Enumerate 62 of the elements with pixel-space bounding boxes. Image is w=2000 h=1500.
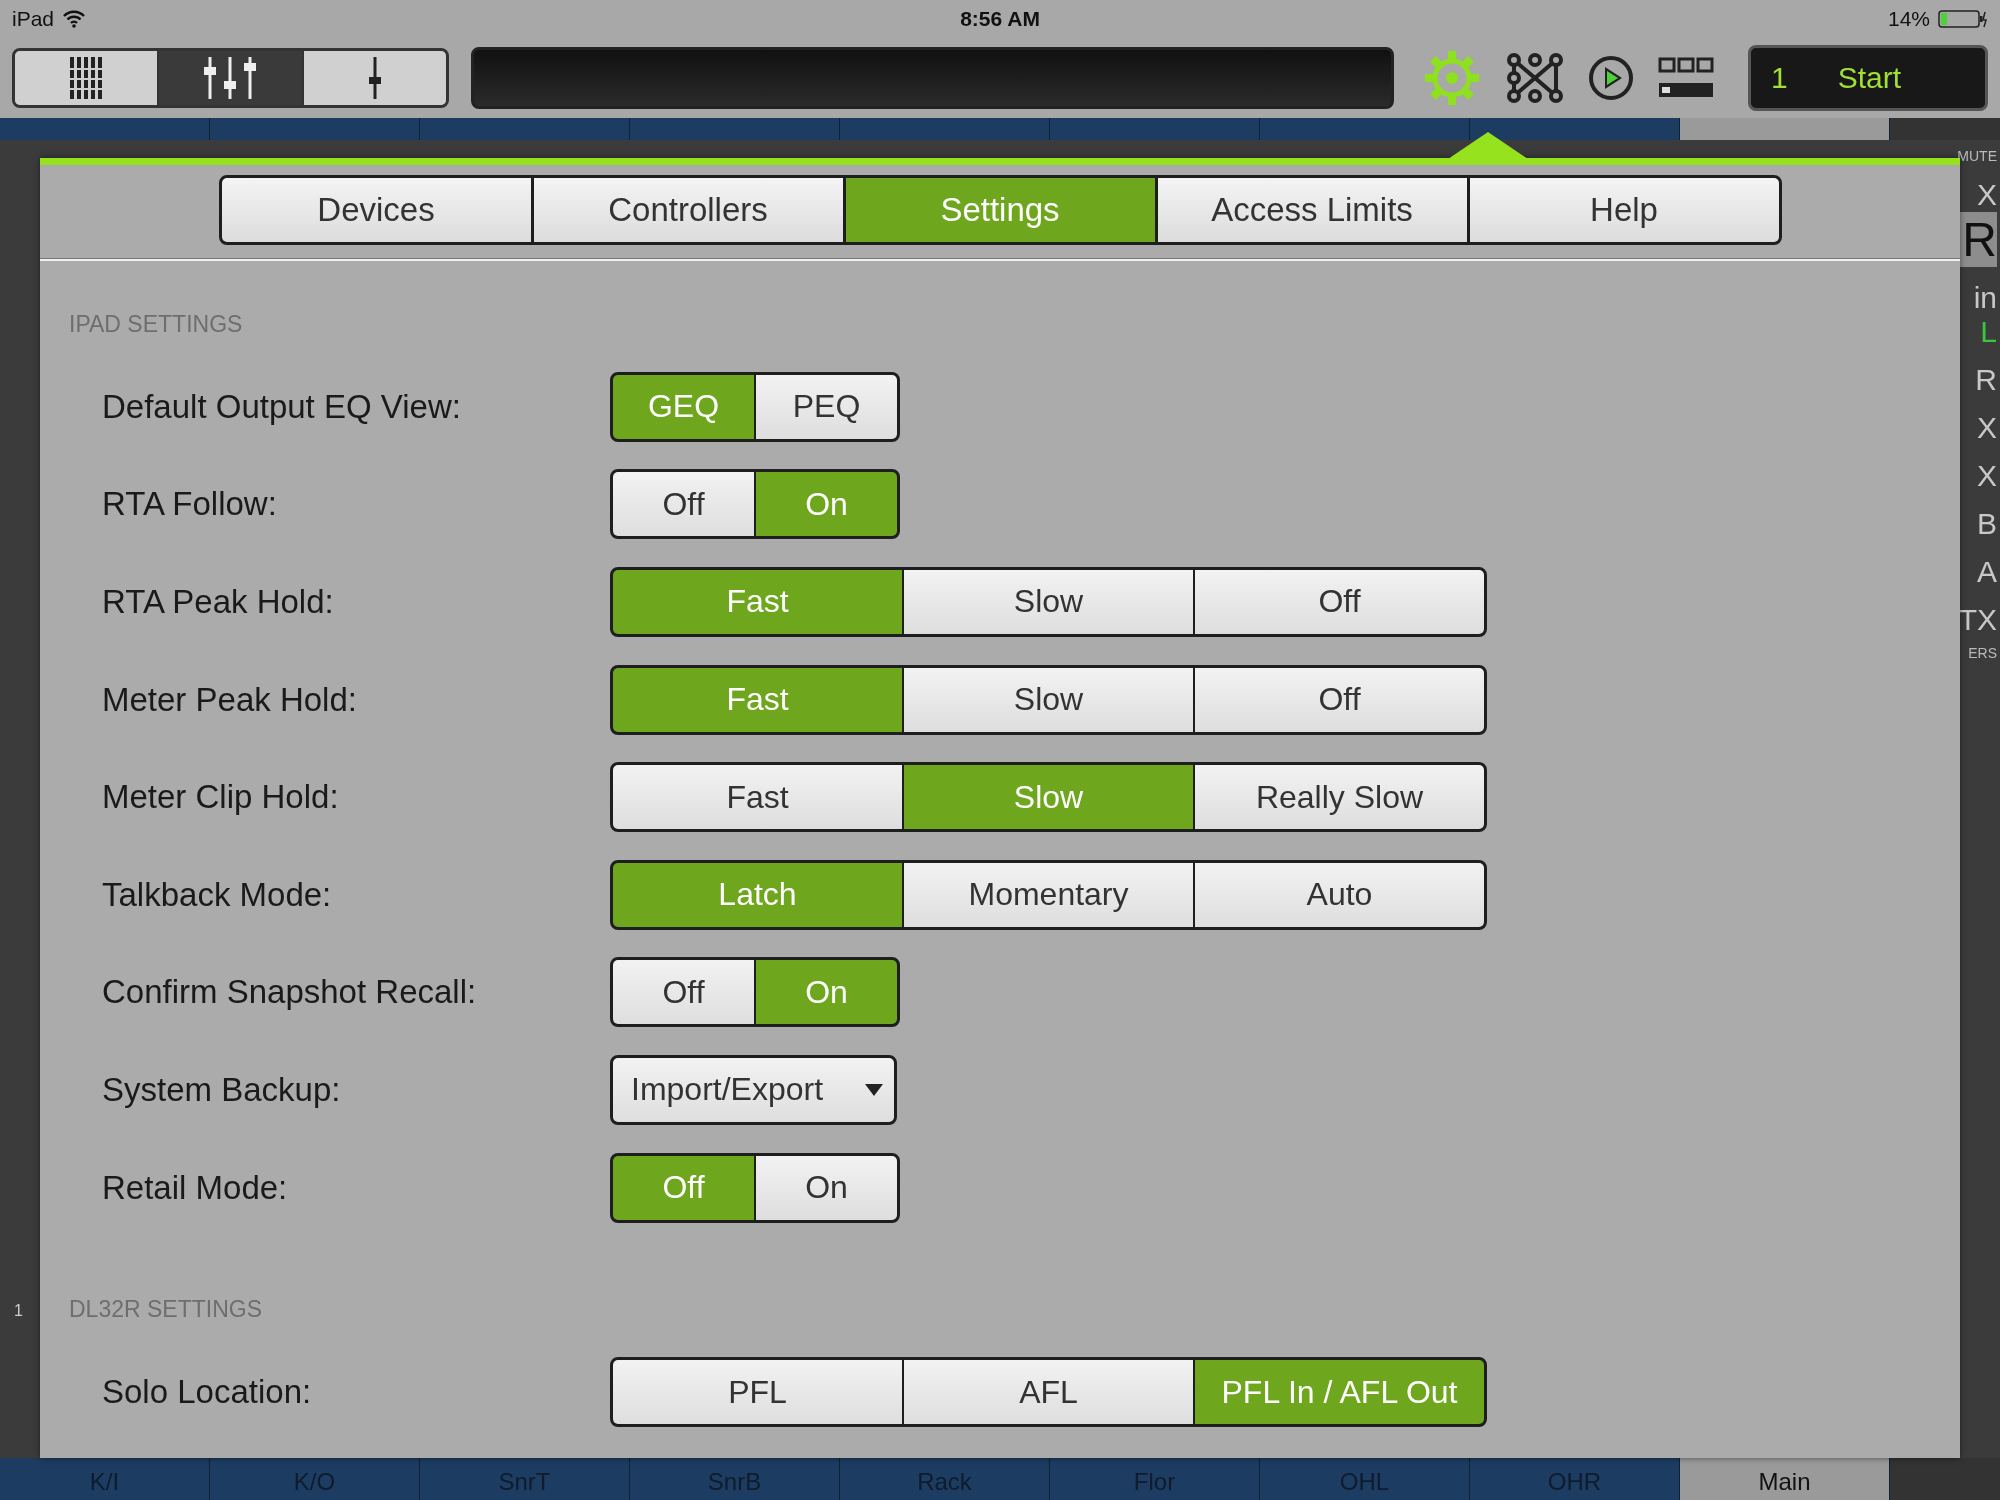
option-button[interactable]: PEQ: [756, 374, 897, 439]
option-button[interactable]: Slow: [904, 667, 1193, 732]
settings-tab[interactable]: Devices: [221, 178, 531, 242]
setting-label: Talkback Mode:: [101, 875, 333, 914]
option-button[interactable]: Fast: [613, 765, 902, 830]
strip-label: X: [1977, 178, 1997, 212]
settings-icon[interactable]: [1422, 48, 1482, 108]
setting-label: RTA Peak Hold:: [101, 583, 335, 621]
strip-label: B: [1977, 507, 1997, 541]
channel-number: 1: [14, 1302, 23, 1320]
option-button[interactable]: Off: [613, 960, 754, 1025]
setting-label: Meter Peak Hold:: [101, 680, 358, 719]
strip-label: R: [1975, 363, 1997, 397]
clock-time: 8:56 AM: [960, 7, 1040, 31]
option-button[interactable]: AFL: [904, 1360, 1193, 1425]
setting-label: System Backup:: [101, 1070, 342, 1109]
device-name: iPad: [12, 7, 55, 31]
channel-name-tab[interactable]: Main: [1680, 1458, 1890, 1500]
play-icon[interactable]: [1588, 55, 1634, 101]
view-mode-tab[interactable]: [15, 51, 160, 105]
strip-label: ERS: [1968, 645, 1997, 661]
setting-label: Meter Clip Hold:: [101, 778, 340, 817]
section-heading: IPAD SETTINGS: [69, 311, 244, 338]
option-button[interactable]: Off: [1195, 667, 1484, 732]
layout-icon[interactable]: [1658, 57, 1714, 99]
section-heading: DL32R SETTINGS: [69, 1296, 263, 1324]
setting-label: Default Output EQ View:: [101, 387, 462, 426]
strip-label: MUTE: [1957, 148, 1997, 164]
fader-icon: [366, 55, 383, 101]
setting-label: Confirm Snapshot Recall:: [101, 973, 478, 1012]
option-button[interactable]: Off: [613, 472, 754, 537]
setting-label: RTA Follow:: [101, 485, 278, 524]
option-button[interactable]: PFL: [613, 1360, 902, 1425]
option-button[interactable]: Momentary: [904, 862, 1193, 927]
settings-tab[interactable]: Access Limits: [1157, 178, 1467, 242]
settings-tab[interactable]: Controllers: [533, 178, 843, 242]
faders-icon: [202, 55, 259, 101]
option-button[interactable]: Auto: [1195, 862, 1484, 927]
option-button[interactable]: Slow: [904, 570, 1193, 634]
wifi-icon: [62, 10, 87, 28]
snapshot-button[interactable]: 1 Start: [1748, 45, 1988, 111]
setting-label: Retail Mode:: [101, 1168, 289, 1207]
strip-label: X: [1977, 411, 1997, 445]
strip-label: TX: [1958, 603, 1997, 637]
option-button[interactable]: Really Slow: [1195, 765, 1484, 830]
option-button[interactable]: On: [756, 1155, 897, 1220]
settings-tab[interactable]: Help: [1469, 178, 1779, 242]
strip-label: A: [1977, 555, 1997, 589]
strip-label: in: [1973, 281, 1997, 315]
view-mode-tab[interactable]: [159, 51, 304, 105]
option-button[interactable]: Off: [1195, 570, 1484, 634]
battery-percent: 14%: [1887, 7, 1930, 31]
strip-label: R: [1960, 212, 1997, 267]
setting-label: Solo Location:: [101, 1373, 313, 1412]
view-mode-tab[interactable]: [303, 51, 446, 105]
strip-label: X: [1977, 459, 1997, 493]
routing-icon[interactable]: [1506, 52, 1564, 104]
strip-label: L: [1980, 315, 1997, 349]
backup-dropdown[interactable]: Import/Export: [610, 1054, 897, 1125]
battery-icon: [1938, 9, 1988, 29]
channel-strips-icon: [68, 55, 105, 101]
caret-icon: [864, 1082, 884, 1097]
